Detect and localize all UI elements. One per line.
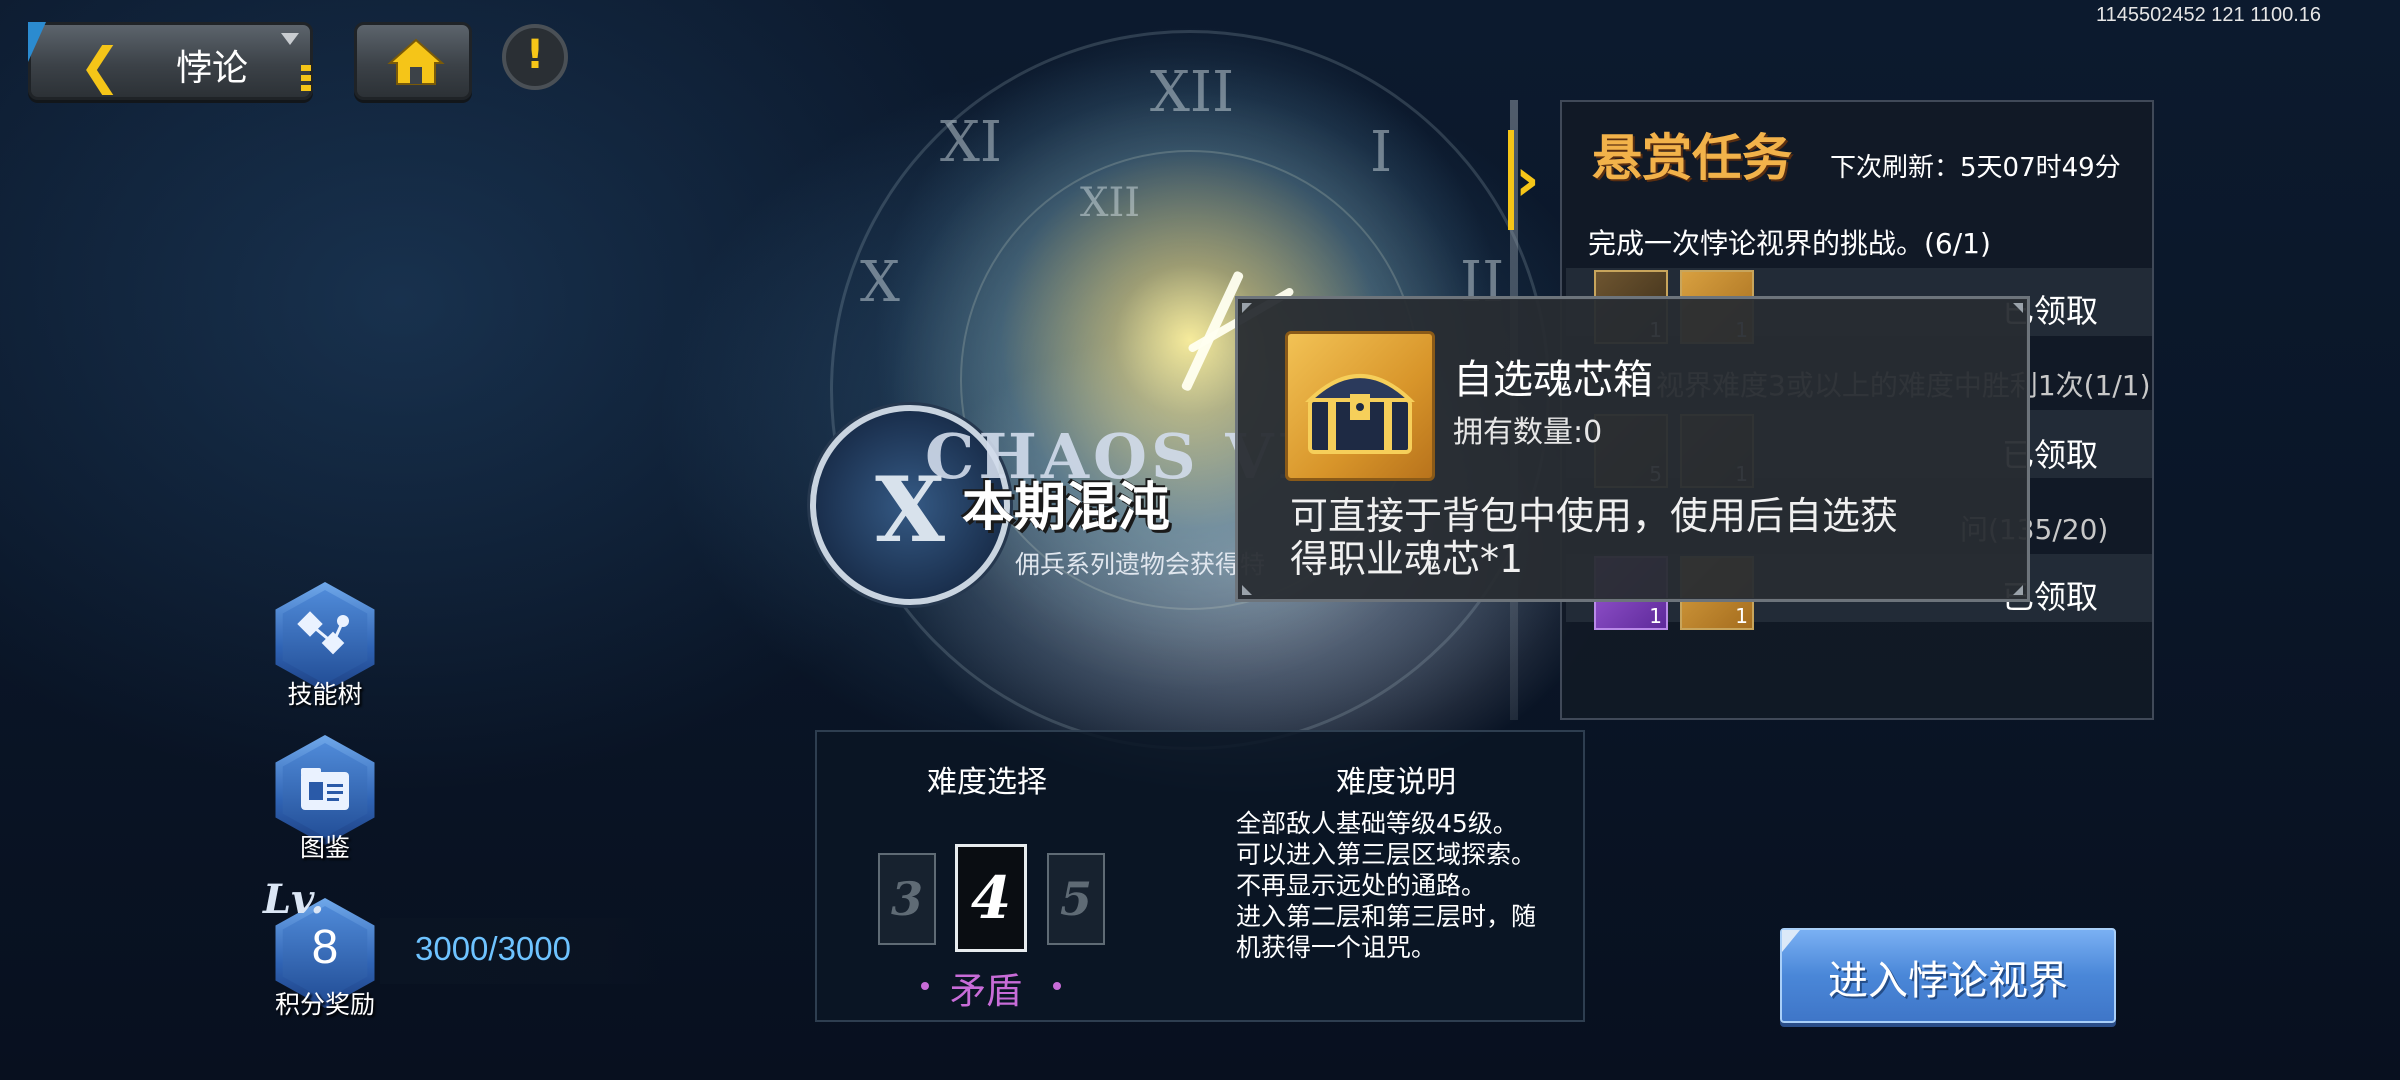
difficulty-current: 4 <box>955 844 1027 952</box>
item-desc-line: 可直接于背包中使用，使用后自选获 <box>1290 494 1899 538</box>
item-icon-frame <box>1285 331 1435 481</box>
points-progress: 3000/3000 <box>415 930 571 967</box>
reward-count: 1 <box>1649 604 1662 628</box>
difficulty-desc-title: 难度说明 <box>1336 765 1456 800</box>
clock-numeral: XII <box>1150 60 1235 125</box>
points-reward-label: 积分奖励 <box>274 990 375 1019</box>
codex-icon <box>301 768 349 810</box>
back-button[interactable]: ❮ 悖论 <box>28 22 313 100</box>
clock-numeral: XI <box>940 110 1002 175</box>
enter-button-label: 进入悖论视界 <box>1828 958 2068 1004</box>
treasure-chest-icon <box>1305 374 1415 454</box>
difficulty-description: 全部敌人基础等级45级。 可以进入第三层区域探索。 不再显示远处的通路。 进入第… <box>1236 808 1566 963</box>
item-owned-count: 拥有数量:0 <box>1453 415 1603 450</box>
home-icon <box>387 38 445 85</box>
item-name: 自选魂芯箱 <box>1453 357 1653 403</box>
task-title: 完成一次悖论视界的挑战。(6/1) <box>1588 227 1991 260</box>
banner-subtitle: 佣兵系列遗物会获得特 <box>1015 550 1266 579</box>
clock-numeral: I <box>1370 120 1393 185</box>
difficulty-desc-line: 全部敌人基础等级45级。 <box>1236 809 1518 838</box>
back-arrow-icon: ❮ <box>79 37 121 95</box>
notice-button[interactable]: ! <box>502 24 568 90</box>
difficulty-desc-line: 机获得一个诅咒。 <box>1236 933 1437 962</box>
difficulty-select-title: 难度选择 <box>927 765 1047 800</box>
bounty-rail-highlight <box>1508 130 1514 230</box>
back-button-label: 悖论 <box>176 48 249 89</box>
menu-bars-icon <box>301 65 311 93</box>
item-tooltip[interactable]: 自选魂芯箱 拥有数量:0 可直接于背包中使用，使用后自选获 得职业魂芯*1 <box>1235 296 2030 602</box>
item-desc-line: 得职业魂芯*1 <box>1290 537 1524 581</box>
skill-tree-label: 技能树 <box>287 680 363 709</box>
banner-title-cn: 本期混沌 <box>962 478 1171 538</box>
difficulty-prev-button[interactable]: 3 <box>878 853 936 945</box>
popup-corner <box>1242 585 1252 595</box>
level-prefix: Lv. <box>263 876 325 923</box>
popup-corner <box>1242 303 1252 313</box>
difficulty-desc-line: 不再显示远处的通路。 <box>1236 871 1487 900</box>
difficulty-next-value: 5 <box>1059 872 1092 926</box>
clock-numeral: XII <box>1080 180 1141 226</box>
item-description: 可直接于背包中使用，使用后自选获 得职业魂芯*1 <box>1290 495 1990 581</box>
difficulty-prev-value: 3 <box>890 872 923 926</box>
popup-corner <box>2013 585 2023 595</box>
level-number: 8 <box>311 921 339 974</box>
collapse-chevron-icon[interactable]: › <box>1515 145 1540 215</box>
home-button[interactable] <box>354 22 472 100</box>
difficulty-next-button[interactable]: 5 <box>1047 853 1105 945</box>
bounty-refresh-timer: 下次刷新：5天07时49分 <box>1830 153 2121 183</box>
bounty-title: 悬赏任务 <box>1592 128 1792 187</box>
exclamation-icon: ! <box>525 32 545 78</box>
dropdown-triangle-icon <box>281 33 299 45</box>
codex-label: 图鉴 <box>299 833 350 862</box>
enter-paradox-button[interactable]: 进入悖论视界 <box>1780 928 2116 1023</box>
status-info: 1145502452 121 1100.16 <box>2096 4 2322 26</box>
difficulty-dot <box>1053 982 1061 990</box>
corner-accent <box>28 22 46 62</box>
difficulty-desc-line: 进入第二层和第三层时，随 <box>1236 902 1537 931</box>
clock-numeral: X <box>860 250 900 315</box>
skill-tree-icon <box>297 611 349 655</box>
difficulty-desc-line: 可以进入第三层区域探索。 <box>1236 840 1537 869</box>
popup-corner <box>2013 303 2023 313</box>
difficulty-name: 矛盾 <box>950 971 1023 1012</box>
reward-count: 1 <box>1735 604 1748 628</box>
difficulty-current-value: 4 <box>970 864 1012 932</box>
difficulty-dot <box>921 982 929 990</box>
